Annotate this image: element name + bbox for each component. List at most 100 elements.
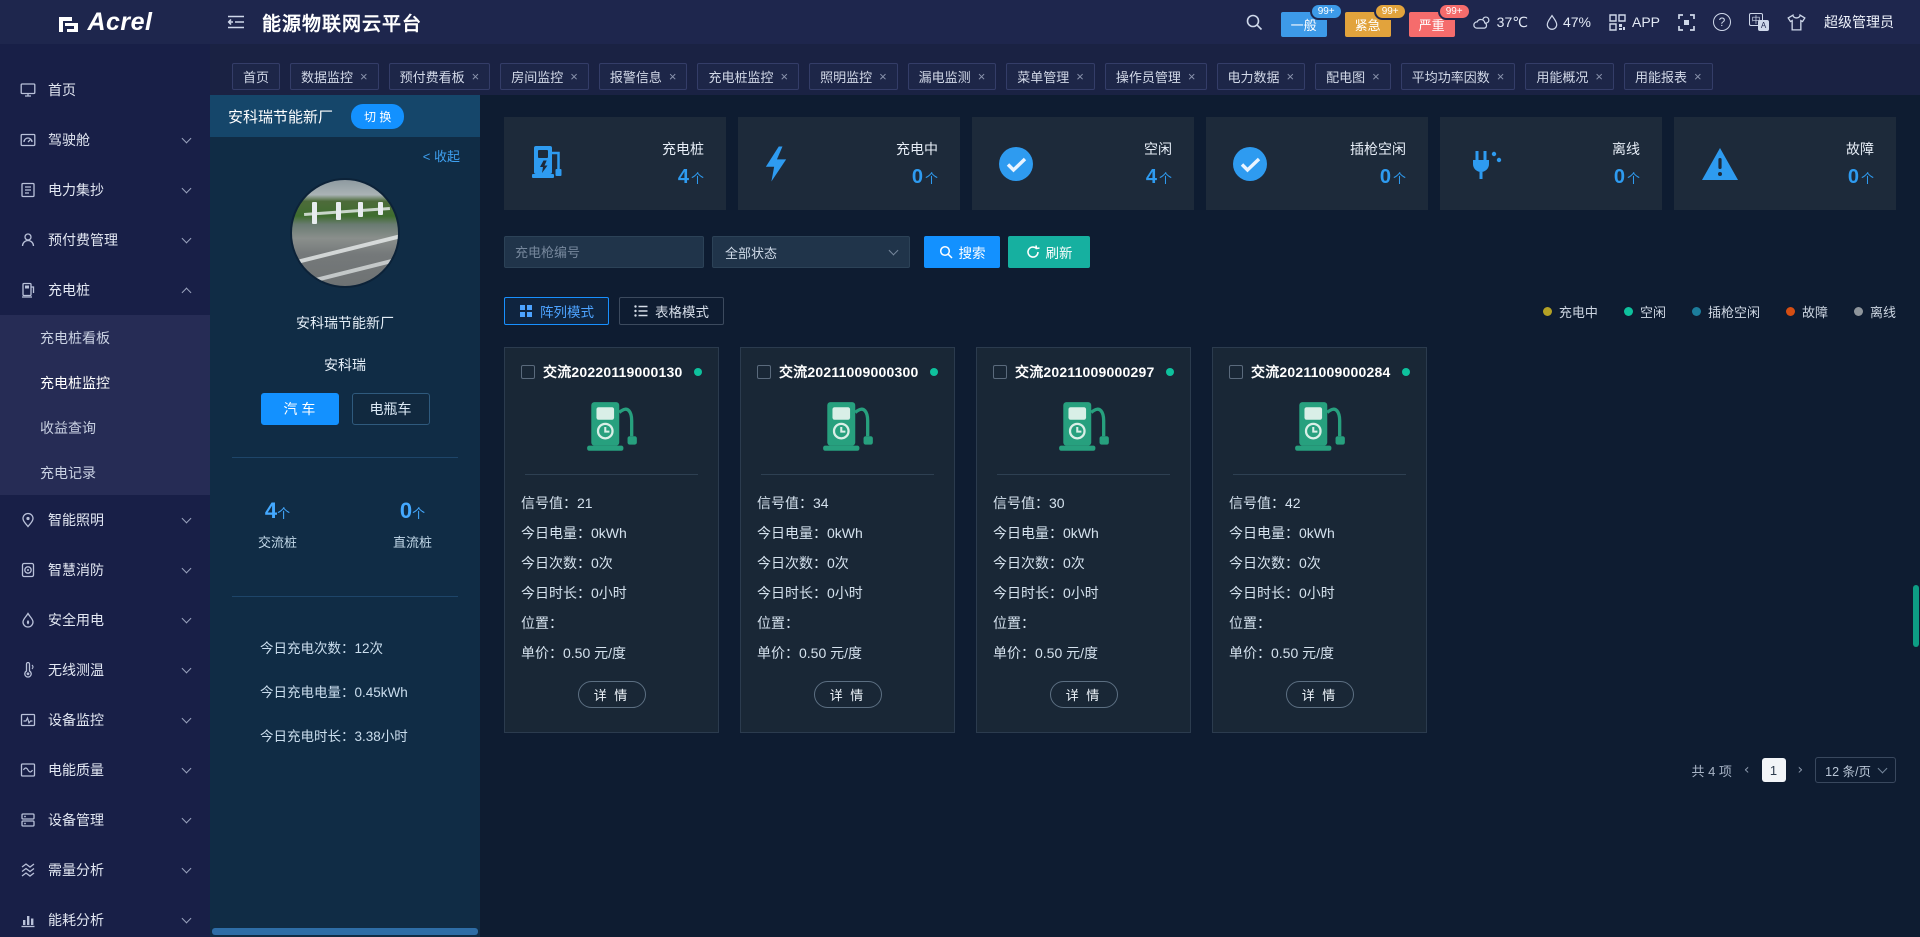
logo-text: Acrel bbox=[87, 8, 152, 37]
switch-station-button[interactable]: 切 换 bbox=[351, 104, 404, 129]
page-tab[interactable]: 首页 × bbox=[232, 63, 280, 90]
page-tab[interactable]: 配电图 × bbox=[1315, 63, 1391, 90]
sidebar-item-demand-analysis[interactable]: 需量分析 bbox=[0, 845, 210, 895]
detail-button[interactable]: 详 情 bbox=[814, 681, 882, 708]
tab-close-icon[interactable]: × bbox=[978, 70, 986, 83]
tab-close-icon[interactable]: × bbox=[1287, 70, 1295, 83]
page-tab[interactable]: 充电桩监控 × bbox=[697, 63, 799, 90]
sidebar-item-cockpit[interactable]: 驾驶舱 bbox=[0, 115, 210, 165]
sidebar-subitem-pile-monitor[interactable]: 充电桩监控 bbox=[0, 360, 210, 405]
page-tab[interactable]: 电力数据 × bbox=[1217, 63, 1306, 90]
car-tab[interactable]: 汽 车 bbox=[261, 393, 339, 425]
detail-button[interactable]: 详 情 bbox=[1050, 681, 1118, 708]
current-page[interactable]: 1 bbox=[1762, 758, 1786, 782]
legend-label: 故障 bbox=[1802, 302, 1828, 321]
page-tab[interactable]: 漏电监测 × bbox=[908, 63, 997, 90]
menu-collapse-icon[interactable] bbox=[226, 14, 246, 30]
alarm-badge-severe[interactable]: 严重 99+ bbox=[1409, 12, 1455, 37]
status-legend: 充电中 空闲 插枪空闲 bbox=[1543, 302, 1896, 321]
pile-checkbox[interactable] bbox=[1229, 365, 1243, 379]
sidebar-item-energy-analysis[interactable]: 能耗分析 bbox=[0, 895, 210, 937]
pile-today-duration: 今日时长：0小时 bbox=[1229, 578, 1410, 608]
sidebar-item-electrical-safety[interactable]: 安全用电 bbox=[0, 595, 210, 645]
alarm-badge-urgent[interactable]: 紧急 99+ bbox=[1345, 12, 1391, 37]
vertical-scrollbar[interactable] bbox=[1913, 585, 1919, 647]
sidebar-item-label: 电力集抄 bbox=[48, 180, 104, 200]
sidebar-item-smart-lighting[interactable]: 智能照明 bbox=[0, 495, 210, 545]
fullscreen-icon[interactable] bbox=[1678, 14, 1695, 31]
status-select[interactable]: 全部状态 bbox=[712, 236, 910, 268]
tab-close-icon[interactable]: × bbox=[1497, 70, 1505, 83]
summary-card-idle: 空闲 4个 bbox=[972, 117, 1194, 210]
tab-close-icon[interactable]: × bbox=[570, 70, 578, 83]
summary-value: 0 bbox=[1380, 166, 1391, 188]
summary-label: 插枪空闲 bbox=[1350, 139, 1406, 159]
page-tab[interactable]: 平均功率因数 × bbox=[1401, 63, 1516, 90]
detail-button[interactable]: 详 情 bbox=[1286, 681, 1354, 708]
detail-button[interactable]: 详 情 bbox=[578, 681, 646, 708]
theme-shirt-icon[interactable] bbox=[1787, 14, 1806, 31]
sidebar-item-meter-reading[interactable]: 电力集抄 bbox=[0, 165, 210, 215]
pile-signal: 信号值：42 bbox=[1229, 488, 1410, 518]
alarm-badge-general[interactable]: 一般 99+ bbox=[1281, 12, 1327, 37]
sidebar-item-power-quality[interactable]: 电能质量 bbox=[0, 745, 210, 795]
gun-number-input[interactable] bbox=[504, 236, 704, 268]
search-icon[interactable] bbox=[1245, 13, 1263, 31]
next-page-icon[interactable]: › bbox=[1796, 762, 1806, 778]
tab-close-icon[interactable]: × bbox=[1694, 70, 1702, 83]
user-menu[interactable]: 超级管理员 bbox=[1824, 12, 1894, 32]
table-mode-button[interactable]: 表格模式 bbox=[619, 297, 724, 325]
tab-close-icon[interactable]: × bbox=[669, 70, 677, 83]
pile-today-count: 今日次数：0次 bbox=[521, 548, 702, 578]
sidebar-item-prepay[interactable]: 预付费管理 bbox=[0, 215, 210, 265]
sidebar-item-home[interactable]: 首页 bbox=[0, 65, 210, 115]
tab-close-icon[interactable]: × bbox=[1188, 70, 1196, 83]
sidebar-subitem-charge-records[interactable]: 充电记录 bbox=[0, 450, 210, 495]
sidebar-subitem-pile-board[interactable]: 充电桩看板 bbox=[0, 315, 210, 360]
page-tab[interactable]: 照明监控 × bbox=[809, 63, 898, 90]
tab-close-icon[interactable]: × bbox=[1595, 70, 1603, 83]
page-tab[interactable]: 数据监控 × bbox=[290, 63, 379, 90]
grid-mode-button[interactable]: 阵列模式 bbox=[504, 297, 609, 325]
prev-page-icon[interactable]: ‹ bbox=[1742, 762, 1752, 778]
page-tab[interactable]: 报警信息 × bbox=[599, 63, 688, 90]
sidebar-item-smart-fire[interactable]: 智慧消防 bbox=[0, 545, 210, 595]
refresh-button[interactable]: 刷新 bbox=[1008, 236, 1090, 268]
help-icon[interactable]: ? bbox=[1713, 13, 1731, 31]
page-tab[interactable]: 用能概况 × bbox=[1525, 63, 1614, 90]
sidebar-item-charging-pile[interactable]: 充电桩 bbox=[0, 265, 210, 315]
page-tab[interactable]: 预付费看板 × bbox=[389, 63, 491, 90]
summary-unit: 个 bbox=[925, 171, 938, 186]
sidebar-item-device-monitor[interactable]: 设备监控 bbox=[0, 695, 210, 745]
tab-close-icon[interactable]: × bbox=[1372, 70, 1380, 83]
page-size-select[interactable]: 12 条/页 bbox=[1815, 757, 1896, 783]
page-tab[interactable]: 菜单管理 × bbox=[1006, 63, 1095, 90]
summary-value: 0 bbox=[1848, 166, 1859, 188]
pile-fields: 信号值：34 今日电量：0kWh 今日次数：0次 今日时长：0小时 位置： 单价… bbox=[757, 488, 938, 668]
pile-checkbox[interactable] bbox=[757, 365, 771, 379]
pile-checkbox[interactable] bbox=[993, 365, 1007, 379]
ebike-tab[interactable]: 电瓶车 bbox=[352, 393, 430, 425]
app-qr[interactable]: APP bbox=[1609, 14, 1660, 31]
tab-close-icon[interactable]: × bbox=[472, 70, 480, 83]
locale-icon[interactable]: 中A bbox=[1749, 13, 1769, 31]
sidebar-subitem-revenue-query[interactable]: 收益查询 bbox=[0, 405, 210, 450]
page-tab[interactable]: 操作员管理 × bbox=[1105, 63, 1207, 90]
tab-close-icon[interactable]: × bbox=[1076, 70, 1084, 83]
ac-pile-label: 交流桩 bbox=[210, 532, 345, 551]
page-tab[interactable]: 用能报表 × bbox=[1624, 63, 1713, 90]
tab-close-icon[interactable]: × bbox=[879, 70, 887, 83]
horizontal-scrollbar[interactable] bbox=[212, 928, 478, 935]
page-tab[interactable]: 房间监控 × bbox=[500, 63, 589, 90]
tab-close-icon[interactable]: × bbox=[780, 70, 788, 83]
sidebar-item-device-manage[interactable]: 设备管理 bbox=[0, 795, 210, 845]
pile-card-grid: 交流20220119000130 bbox=[504, 347, 1896, 733]
pile-signal: 信号值：30 bbox=[993, 488, 1174, 518]
tab-bar: 首页 × 数据监控 × 预付费看板 × bbox=[210, 44, 1920, 95]
sidebar-item-wireless-temp[interactable]: 无线测温 bbox=[0, 645, 210, 695]
tab-close-icon[interactable]: × bbox=[360, 70, 368, 83]
pile-checkbox[interactable] bbox=[521, 365, 535, 379]
divider bbox=[761, 474, 934, 475]
search-button[interactable]: 搜索 bbox=[924, 236, 1000, 268]
collapse-panel-link[interactable]: < 收起 bbox=[210, 137, 480, 165]
